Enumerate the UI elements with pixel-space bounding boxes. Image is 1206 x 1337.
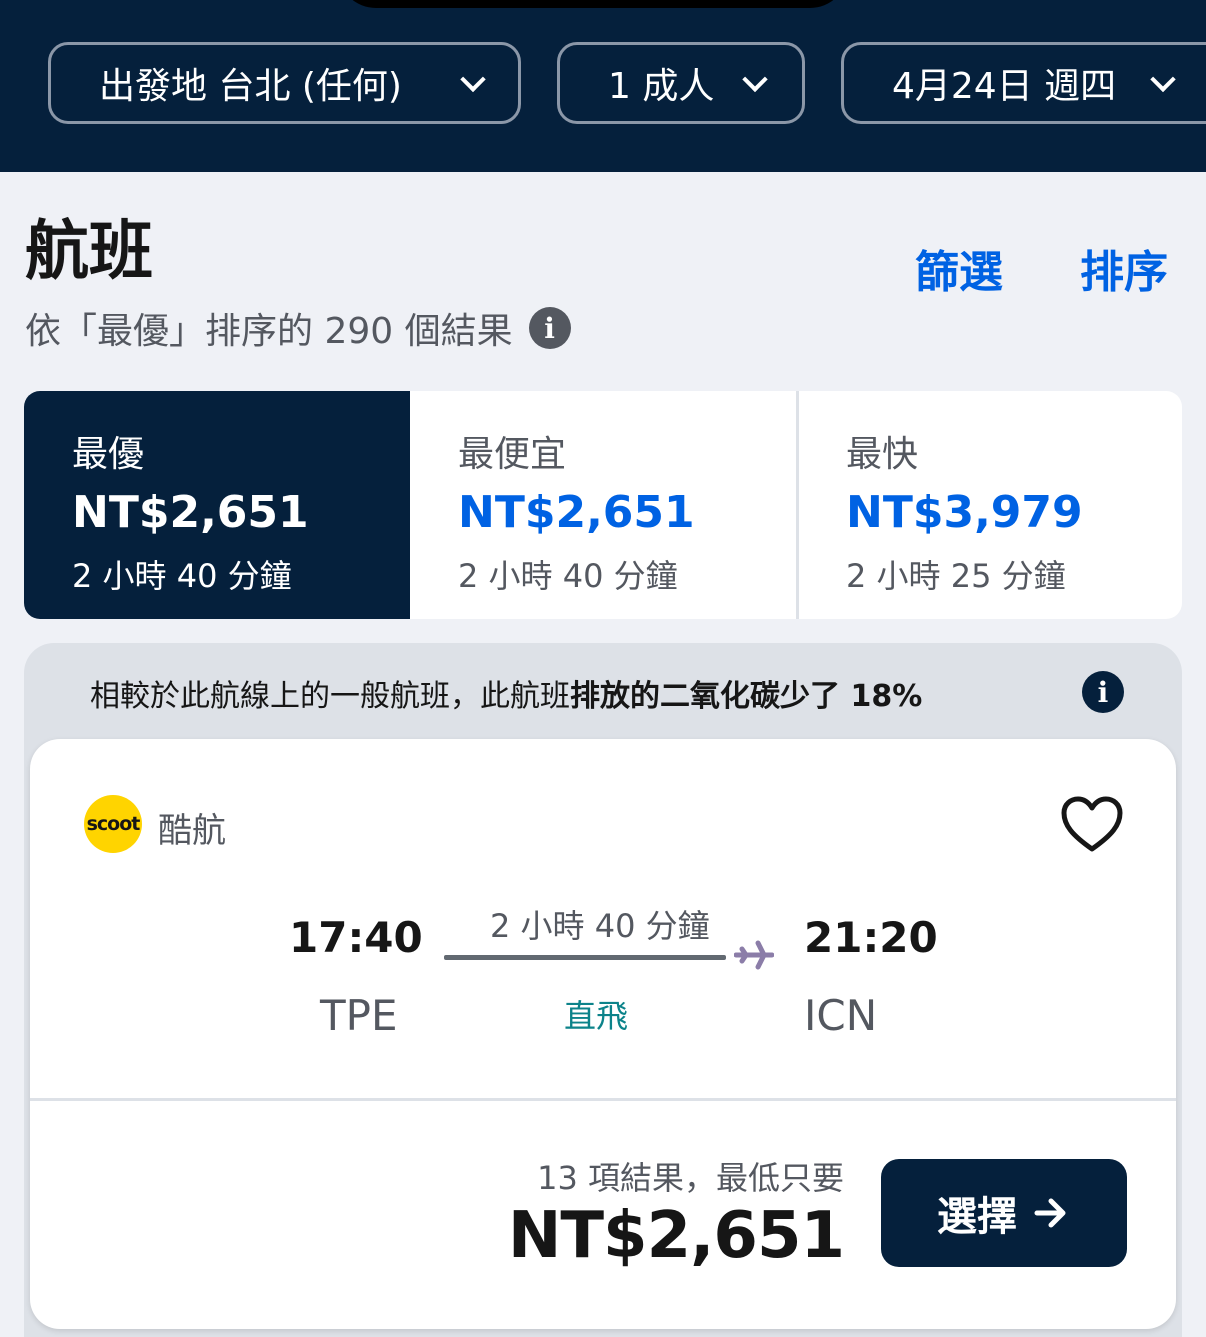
tab-duration: 2 小時 40 分鐘 xyxy=(72,557,292,595)
tab-fastest[interactable]: 最快 NT$3,979 2 小時 25 分鐘 xyxy=(798,391,1182,619)
tab-divider xyxy=(796,391,799,619)
departure-time: 17:40 xyxy=(289,913,423,962)
deals-count: 13 項結果，最低只要 xyxy=(537,1159,844,1197)
sort-tabs: 最優 NT$2,651 2 小時 40 分鐘 最便宜 NT$2,651 2 小時… xyxy=(24,391,1182,619)
origin-label: 出發地 台北 (任何) xyxy=(99,66,402,107)
date-label: 4月24日 週四 xyxy=(892,66,1117,107)
eco-text-prefix: 相較於此航線上的一般航班，此航班 xyxy=(90,679,570,714)
page-title: 航班 xyxy=(25,215,153,289)
results-count-text: 依「最優」排序的 290 個結果 xyxy=(25,311,513,352)
tab-label: 最快 xyxy=(846,434,919,475)
card-divider xyxy=(30,1098,1176,1101)
info-icon[interactable]: i xyxy=(528,307,571,349)
eco-text-highlight: 排放的二氧化碳少了 18% xyxy=(570,679,923,714)
device-notch xyxy=(338,0,848,8)
date-selector[interactable]: 4月24日 週四 xyxy=(841,42,1206,124)
tab-price: NT$2,651 xyxy=(72,487,309,538)
airline-logo-text: scoot xyxy=(86,813,141,835)
sort-button[interactable]: 排序 xyxy=(1080,236,1168,300)
select-button[interactable]: 選擇 xyxy=(881,1159,1127,1267)
passengers-selector[interactable]: 1 成人 xyxy=(557,42,805,124)
select-button-label: 選擇 xyxy=(937,1194,1017,1240)
airline-logo: scoot xyxy=(84,795,142,853)
plane-icon xyxy=(734,940,774,970)
chevron-down-icon xyxy=(742,66,768,93)
arrow-right-icon xyxy=(1034,1198,1066,1228)
tab-price: NT$2,651 xyxy=(458,487,695,538)
airline-name: 酷航 xyxy=(158,811,226,851)
tab-cheapest[interactable]: 最便宜 NT$2,651 2 小時 40 分鐘 xyxy=(410,391,796,619)
heart-icon[interactable] xyxy=(1060,795,1124,855)
passengers-label: 1 成人 xyxy=(608,66,715,107)
stops-label: 直飛 xyxy=(564,997,629,1035)
eco-banner-text: 相較於此航線上的一般航班，此航班排放的二氧化碳少了 18% xyxy=(90,671,922,715)
search-header: 出發地 台北 (任何) 1 成人 4月24日 週四 xyxy=(0,0,1206,172)
departure-airport: TPE xyxy=(320,991,398,1040)
arrival-time: 21:20 xyxy=(804,913,938,962)
results-count: 依「最優」排序的 290 個結果 i xyxy=(25,302,571,354)
tab-label: 最優 xyxy=(72,434,145,475)
tab-duration: 2 小時 25 分鐘 xyxy=(846,557,1066,595)
flight-duration: 2 小時 40 分鐘 xyxy=(490,907,710,945)
info-icon[interactable]: i xyxy=(1082,671,1124,713)
tab-price: NT$3,979 xyxy=(846,487,1083,538)
tab-best[interactable]: 最優 NT$2,651 2 小時 40 分鐘 xyxy=(24,391,410,619)
origin-selector[interactable]: 出發地 台北 (任何) xyxy=(48,42,521,124)
flight-card[interactable]: scoot 酷航 17:40 TPE 2 小時 40 分鐘 直飛 21:20 I… xyxy=(30,739,1176,1329)
tab-label: 最便宜 xyxy=(458,434,567,475)
chevron-down-icon xyxy=(1150,66,1176,93)
arrival-airport: ICN xyxy=(804,991,878,1040)
chevron-down-icon xyxy=(460,66,486,93)
flight-price: NT$2,651 xyxy=(507,1199,845,1273)
filter-button[interactable]: 篩選 xyxy=(915,236,1003,300)
tab-duration: 2 小時 40 分鐘 xyxy=(458,557,678,595)
route-line xyxy=(444,955,726,960)
